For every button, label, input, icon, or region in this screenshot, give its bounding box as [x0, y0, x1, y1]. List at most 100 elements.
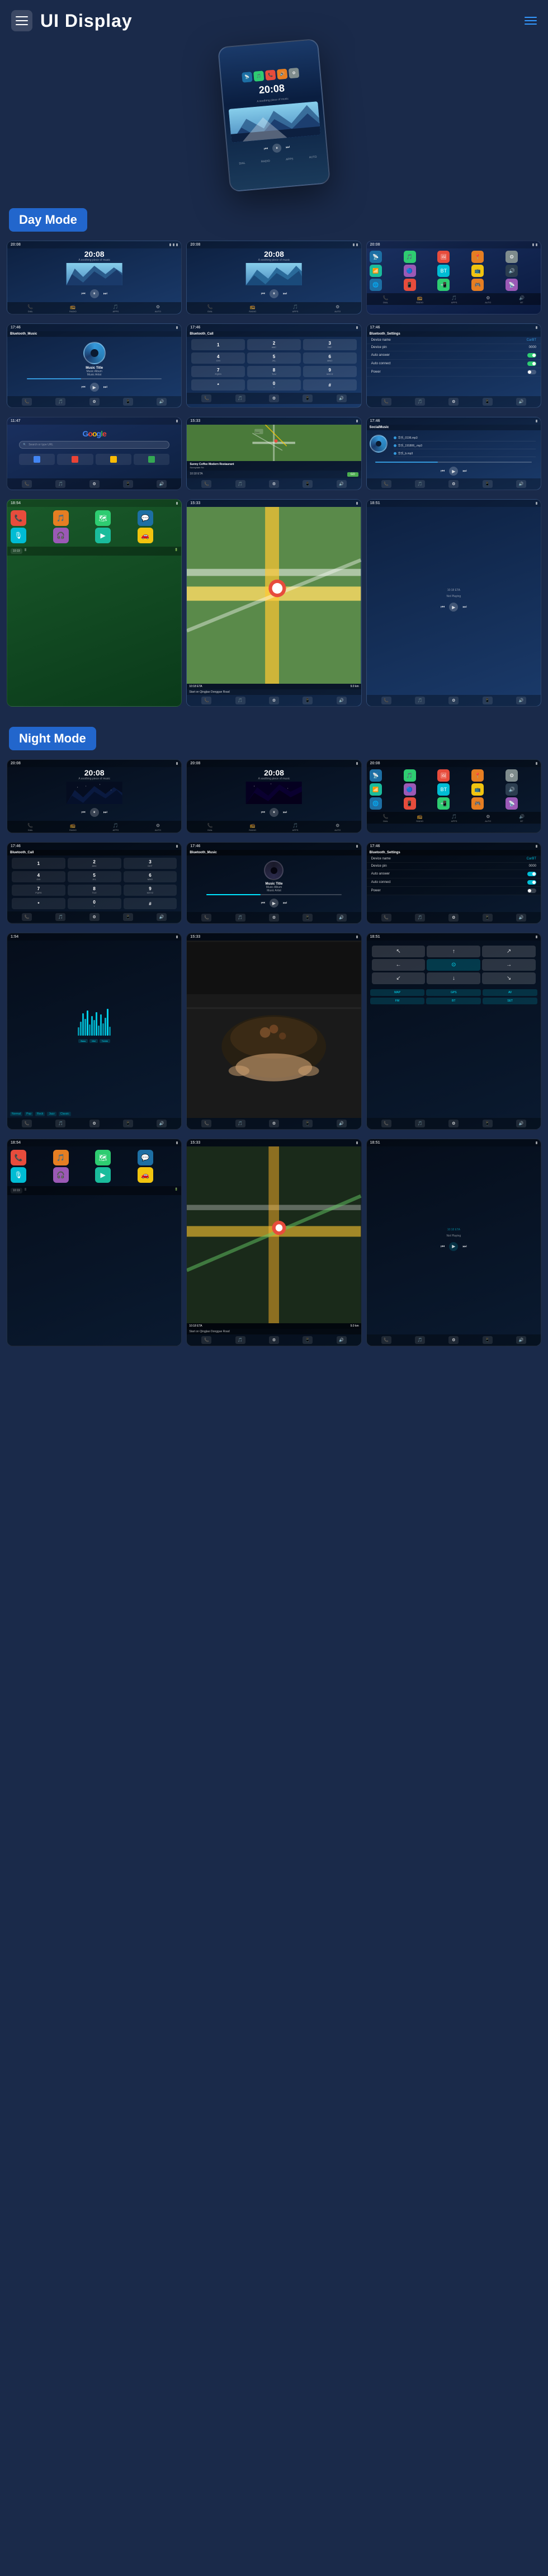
cp-n7-1[interactable]: 📞	[201, 1336, 211, 1344]
cp-8-1[interactable]: 📞	[381, 697, 391, 704]
cp-n5-5[interactable]: 🔊	[337, 1120, 347, 1127]
cp-n1-2[interactable]: 🎵	[55, 913, 65, 921]
shortcut-4[interactable]	[134, 454, 169, 465]
n-key-6[interactable]: 6MNO	[124, 871, 177, 882]
cp-n5-4[interactable]: 📱	[303, 1120, 313, 1127]
auto-connect-toggle[interactable]	[527, 361, 536, 366]
prev-bt[interactable]: ⏮	[81, 384, 85, 390]
cp-apps-3[interactable]: 📱	[483, 398, 493, 406]
cp-music-2[interactable]: 🎵	[235, 394, 245, 402]
n-ios-yt[interactable]: ▶	[95, 1167, 111, 1183]
cp-8-2[interactable]: 🎵	[415, 697, 425, 704]
ios-app-maps[interactable]: 🗺	[95, 510, 111, 526]
n1-next[interactable]: ⏭	[103, 810, 107, 815]
ios-app-spotify[interactable]: 🎧	[53, 528, 69, 543]
fn-btn-5[interactable]: BT	[426, 998, 481, 1004]
n-ios-waze[interactable]: 🚗	[138, 1167, 153, 1183]
n-key-2[interactable]: 2ABC	[68, 858, 121, 869]
cp-6-4[interactable]: 📱	[483, 480, 493, 488]
n2-prev[interactable]: ⏮	[261, 810, 265, 815]
n-key-star[interactable]: *	[12, 898, 65, 909]
np-play[interactable]: ▶	[449, 603, 458, 612]
cp-5-1[interactable]: 📞	[201, 480, 211, 488]
hamburger-icon[interactable]	[525, 17, 537, 25]
cp-n3-3[interactable]: ⚙	[448, 914, 459, 922]
power-toggle[interactable]	[527, 370, 536, 374]
key-star[interactable]: *	[191, 379, 245, 391]
cp-phone-2[interactable]: 📞	[201, 394, 211, 402]
np-prev[interactable]: ⏮	[441, 604, 445, 610]
menu-icon[interactable]	[11, 10, 32, 31]
cp-6-3[interactable]: ⚙	[448, 480, 459, 488]
cp-4-2[interactable]: 🎵	[55, 480, 65, 488]
social-prev[interactable]: ⏮	[441, 468, 445, 474]
prev-btn[interactable]: ⏮	[264, 146, 268, 152]
track-item-3[interactable]: 华乐_b.mp3	[394, 450, 536, 457]
next-bt[interactable]: ⏭	[103, 384, 107, 390]
cp-n6-4[interactable]: 📱	[483, 1120, 493, 1127]
prev-icon-2[interactable]: ⏮	[261, 291, 265, 297]
shortcut-3[interactable]	[96, 454, 131, 465]
cp-n4-1[interactable]: 📞	[22, 1120, 32, 1127]
social-play[interactable]: ▶	[449, 467, 458, 476]
app-7[interactable]: 🔵	[404, 265, 416, 277]
key-3[interactable]: 3DEF	[303, 339, 357, 350]
n-app-4[interactable]: 📍	[471, 769, 484, 782]
n-ios-podcast[interactable]: 🎙	[11, 1167, 26, 1183]
cp-n2-5[interactable]: 🔊	[337, 914, 347, 922]
n-np-play[interactable]: ▶	[449, 1242, 458, 1251]
cp-5-2[interactable]: 🎵	[235, 480, 245, 488]
cp-n7-3[interactable]: ⚙	[269, 1336, 279, 1344]
cp-n5-3[interactable]: ⚙	[269, 1120, 279, 1127]
n-ios-spotify[interactable]: 🎧	[53, 1167, 69, 1183]
cp-settings-3[interactable]: ⚙	[448, 398, 459, 406]
cp-phone-3[interactable]: 📞	[381, 398, 391, 406]
app-1[interactable]: 📡	[370, 251, 382, 263]
cp-7-4[interactable]: 📱	[303, 697, 313, 704]
np-next[interactable]: ⏭	[462, 604, 466, 610]
cp-8-3[interactable]: ⚙	[448, 697, 459, 704]
cp-n2-1[interactable]: 📞	[201, 914, 211, 922]
key-7[interactable]: 7PQRS	[191, 366, 245, 377]
n-power-toggle[interactable]	[527, 889, 536, 893]
shortcut-2[interactable]	[57, 454, 93, 465]
cp-n1-5[interactable]: 🔊	[157, 913, 167, 921]
cp-n8-2[interactable]: 🎵	[415, 1336, 425, 1344]
cp-n3-1[interactable]: 📞	[381, 914, 391, 922]
cp-n3-2[interactable]: 🎵	[415, 914, 425, 922]
cp-n3-5[interactable]: 🔊	[516, 914, 526, 922]
n-key-9[interactable]: 9WXYZ	[124, 885, 177, 896]
n-np-next[interactable]: ⏭	[462, 1244, 466, 1249]
app-12[interactable]: 📱	[404, 279, 416, 291]
ios-app-msg[interactable]: 💬	[138, 510, 153, 526]
cp-n7-5[interactable]: 🔊	[337, 1336, 347, 1344]
cp-5-3[interactable]: ⚙	[269, 480, 279, 488]
n-key-7[interactable]: 7PQRS	[12, 885, 65, 896]
cp-n1-1[interactable]: 📞	[22, 913, 32, 921]
n-key-8[interactable]: 8TUV	[68, 885, 121, 896]
cp-n6-1[interactable]: 📞	[381, 1120, 391, 1127]
track-item-1[interactable]: 华乐_0196.mp3	[394, 435, 536, 441]
cp-n1-4[interactable]: 📱	[123, 913, 133, 921]
arrow-left[interactable]: ←	[372, 959, 426, 971]
play-bt[interactable]: ▶	[90, 383, 99, 392]
cp-n2-4[interactable]: 📱	[303, 914, 313, 922]
n-app-1[interactable]: 📡	[370, 769, 382, 782]
n-app-2[interactable]: 🎵	[404, 769, 416, 782]
cp-n2-2[interactable]: 🎵	[235, 914, 245, 922]
next-btn[interactable]: ⏭	[286, 144, 290, 150]
fn-btn-3[interactable]: AV	[483, 989, 537, 996]
cp-n5-1[interactable]: 📞	[201, 1120, 211, 1127]
n-key-0[interactable]: 0+	[68, 898, 121, 909]
n-app-8[interactable]: BT	[437, 783, 450, 796]
n-app-10[interactable]: 🔊	[506, 783, 518, 796]
cp-n8-1[interactable]: 📞	[381, 1336, 391, 1344]
ios-app-podcast[interactable]: 🎙	[11, 528, 26, 543]
n-app-6[interactable]: 📶	[370, 783, 382, 796]
social-next[interactable]: ⏭	[462, 468, 466, 474]
cp-n6-2[interactable]: 🎵	[415, 1120, 425, 1127]
n-auto-answer-toggle[interactable]	[527, 872, 536, 876]
cp-apps[interactable]: 📱	[123, 398, 133, 406]
n-key-3[interactable]: 3DEF	[124, 858, 177, 869]
arrow-right-up[interactable]: ↗	[482, 946, 536, 957]
